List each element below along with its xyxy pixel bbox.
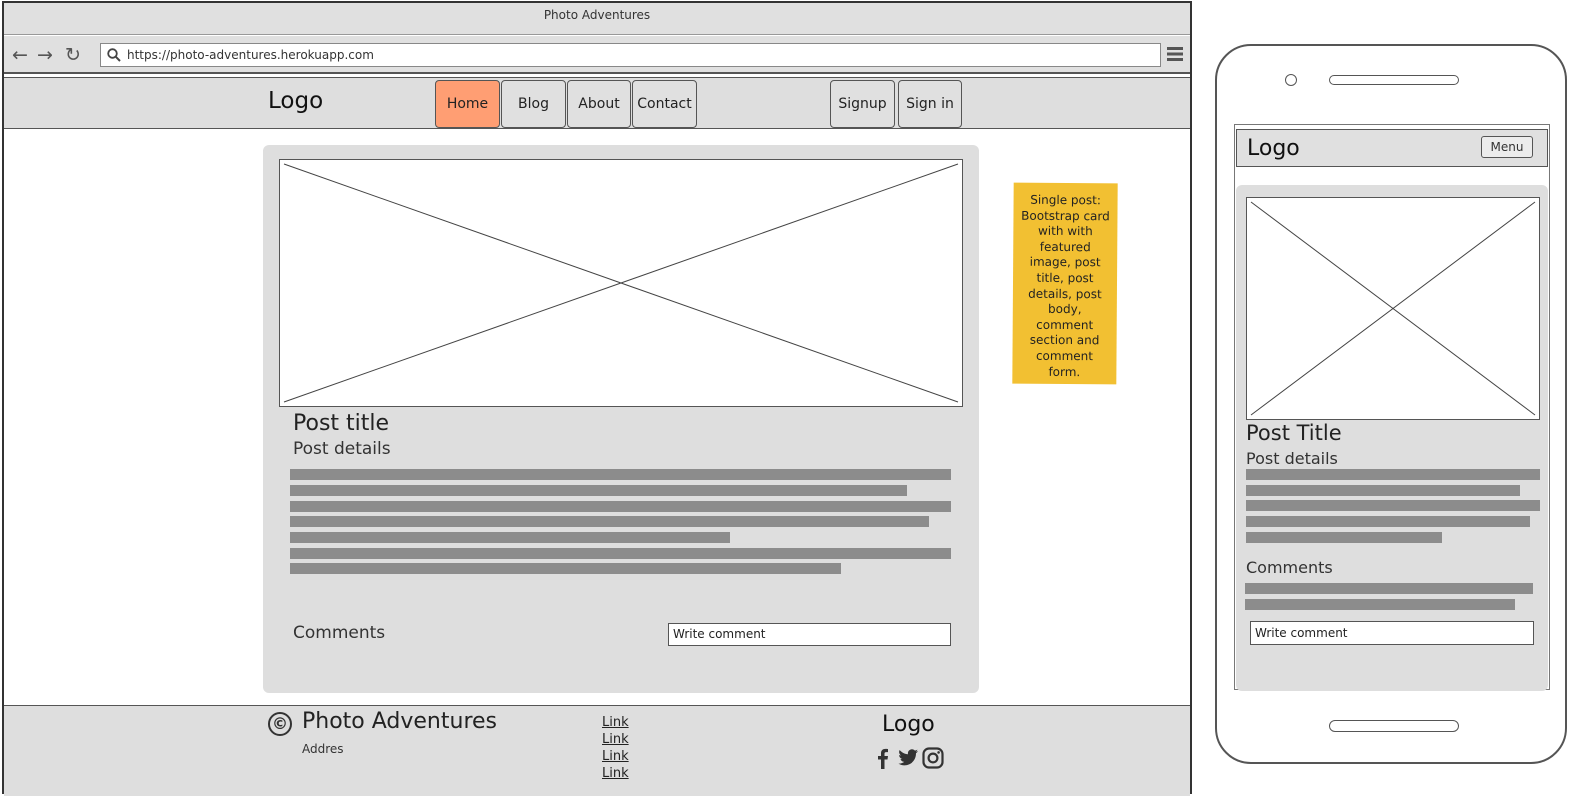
mobile-comments-heading: Comments (1246, 558, 1333, 577)
url-input[interactable]: https://photo-adventures.herokuapp.com (100, 43, 1161, 67)
post-body-line (290, 548, 951, 559)
post-body-line (1246, 485, 1520, 496)
instagram-icon[interactable] (922, 747, 944, 769)
footer-logo[interactable]: Logo (882, 712, 935, 737)
post-body-line (290, 516, 929, 527)
signin-button[interactable]: Sign in (898, 80, 962, 128)
annotation-sticky-note: Single post: Bootstrap card with with fe… (1012, 182, 1118, 385)
post-body-line (290, 469, 951, 480)
nav-blog[interactable]: Blog (501, 80, 566, 128)
mobile-post-card: Post Title Post details Comments Write c… (1236, 185, 1548, 691)
footer-link[interactable]: Link (602, 749, 629, 764)
post-body-line (1246, 500, 1540, 511)
post-body-line (290, 485, 907, 496)
address-bar: ← → ↻ https://photo-adventures.herokuapp… (4, 36, 1190, 74)
footer-link[interactable]: Link (602, 766, 629, 781)
top-navbar: Logo Home Blog About Contact Signup Sign… (4, 77, 1190, 129)
post-details: Post details (293, 439, 391, 459)
nav-home[interactable]: Home (435, 80, 500, 128)
mobile-device: Logo Menu Post Title Post details Commen… (1215, 44, 1567, 764)
post-body-line (1246, 532, 1442, 543)
copyright-icon: © (268, 712, 292, 736)
facebook-icon[interactable] (872, 747, 894, 769)
nav-contact[interactable]: Contact (632, 80, 697, 128)
footer-link[interactable]: Link (602, 715, 629, 730)
footer: © Photo Adventures Addres Link Link Link… (4, 705, 1190, 796)
back-icon[interactable]: ← (9, 44, 31, 66)
mobile-navbar: Logo Menu (1236, 129, 1548, 167)
window-title: Photo Adventures (4, 3, 1190, 35)
post-body-line (290, 501, 951, 512)
browser-window: Photo Adventures ← → ↻ https://photo-adv… (2, 1, 1192, 796)
camera-icon (1285, 74, 1297, 86)
navbar-logo[interactable]: Logo (268, 88, 323, 114)
comments-heading: Comments (293, 623, 386, 643)
mobile-comment-input[interactable]: Write comment (1250, 621, 1534, 645)
footer-brand: Photo Adventures (302, 709, 498, 734)
post-body-line (290, 563, 841, 574)
nav-about[interactable]: About (567, 80, 631, 128)
mobile-post-title: Post Title (1246, 421, 1342, 445)
signup-button[interactable]: Signup (830, 80, 895, 128)
url-text: https://photo-adventures.herokuapp.com (127, 48, 374, 62)
post-card: Post title Post details Comments Write c… (263, 145, 979, 693)
post-title: Post title (293, 411, 390, 436)
home-button (1329, 720, 1459, 732)
reload-icon[interactable]: ↻ (62, 44, 84, 66)
image-placeholder-icon (283, 163, 959, 403)
footer-link[interactable]: Link (602, 732, 629, 747)
featured-image-placeholder (279, 159, 963, 407)
mobile-featured-image-placeholder (1246, 197, 1540, 420)
comment-line (1245, 599, 1515, 610)
mobile-logo[interactable]: Logo (1247, 136, 1300, 161)
footer-address: Addres (302, 742, 344, 756)
speaker-icon (1329, 75, 1459, 85)
post-body-line (290, 532, 730, 543)
post-body-line (1246, 516, 1530, 527)
forward-icon[interactable]: → (34, 44, 56, 66)
image-placeholder-icon (1250, 201, 1536, 416)
comment-line (1245, 583, 1533, 594)
hamburger-menu-icon[interactable] (1167, 46, 1183, 62)
post-body-line (1246, 469, 1540, 480)
comment-input[interactable]: Write comment (668, 623, 951, 646)
search-icon (107, 48, 121, 62)
mobile-menu-button[interactable]: Menu (1481, 136, 1533, 158)
mobile-post-details: Post details (1246, 449, 1338, 468)
mobile-screen: Logo Menu Post Title Post details Commen… (1234, 124, 1550, 691)
twitter-icon[interactable] (897, 747, 919, 769)
